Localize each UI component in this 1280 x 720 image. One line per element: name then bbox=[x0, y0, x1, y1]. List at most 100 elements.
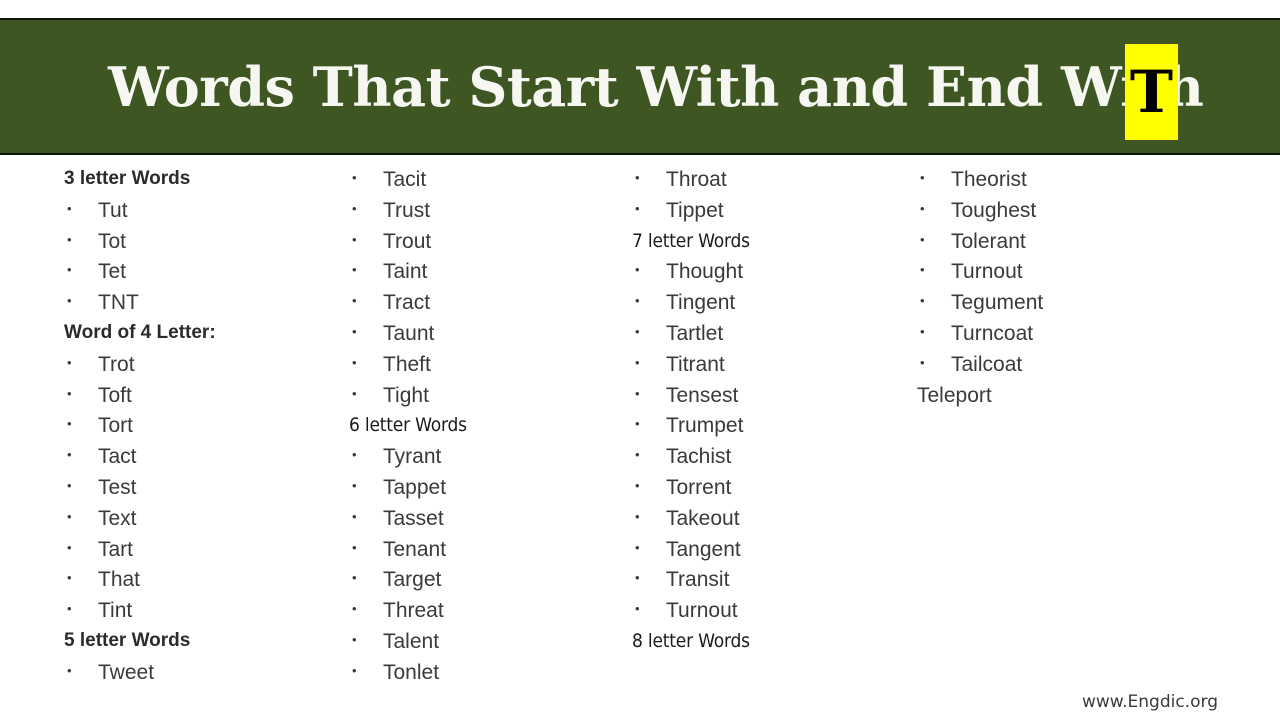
word-list-item: • Tolerant bbox=[917, 230, 1187, 261]
word-group-heading-label: Word of 4 Letter: bbox=[64, 321, 216, 343]
word-group-heading: 6 letter Words bbox=[349, 414, 619, 445]
word-list-item-label: Talent bbox=[383, 629, 440, 653]
word-list-item: • Tract bbox=[349, 291, 619, 322]
word-list-item: • Talent bbox=[349, 630, 619, 661]
word-list-item: • Tight bbox=[349, 384, 619, 415]
word-list-item: • Taint bbox=[349, 260, 619, 291]
word-list-item: • Tot bbox=[64, 230, 334, 261]
word-group-heading-label: 3 letter Words bbox=[64, 168, 191, 189]
word-list-item-label: Tyrant bbox=[383, 445, 442, 469]
bullet-icon: • bbox=[67, 385, 72, 401]
word-list-item-label: Tappet bbox=[383, 475, 447, 499]
word-list-item: • Tegument bbox=[917, 291, 1187, 322]
bullet-icon: • bbox=[352, 477, 357, 493]
word-group-heading: 7 letter Words bbox=[632, 230, 902, 261]
title-letter-badge-label: T bbox=[1129, 58, 1174, 126]
word-list-item-label: Tint bbox=[98, 599, 133, 623]
bullet-icon: • bbox=[352, 293, 357, 309]
word-list-item: • Tachist bbox=[632, 445, 902, 476]
word-list-item: • That bbox=[64, 568, 334, 599]
word-list-item-label: Taint bbox=[383, 260, 428, 284]
word-list-item-label: Torrent bbox=[666, 475, 732, 499]
bullet-icon: • bbox=[67, 231, 72, 247]
word-list-item: • Tact bbox=[64, 445, 334, 476]
bullet-icon: • bbox=[920, 170, 925, 185]
word-list-item-label: Titrant bbox=[666, 352, 725, 376]
word-list-item: • Trust bbox=[349, 199, 619, 230]
word-list-item: • TNT bbox=[64, 291, 334, 322]
bullet-icon: • bbox=[920, 200, 925, 216]
word-list-item-label: Trumpet bbox=[666, 414, 744, 438]
word-list-item-label: Takeout bbox=[666, 506, 740, 530]
word-list-item: • Theft bbox=[349, 353, 619, 384]
word-list-item-label: Tachist bbox=[666, 445, 732, 469]
word-list-item-label: Trust bbox=[383, 198, 431, 222]
bullet-icon: • bbox=[920, 323, 925, 339]
word-list-item-label: Transit bbox=[666, 568, 730, 592]
bullet-icon: • bbox=[920, 231, 925, 247]
word-list-item: • Turncoat bbox=[917, 322, 1187, 353]
word-list-item-label: Tensest bbox=[666, 383, 739, 407]
bullet-icon: • bbox=[352, 508, 357, 524]
bullet-icon: • bbox=[67, 508, 72, 524]
word-list-item: • Target bbox=[349, 568, 619, 599]
word-list-item: • Throat bbox=[632, 168, 902, 199]
word-list-item: • Tensest bbox=[632, 384, 902, 415]
bullet-icon: • bbox=[635, 170, 640, 185]
word-list-item-label: That bbox=[98, 568, 141, 592]
word-list-item-label: Threat bbox=[383, 599, 444, 623]
word-list-item-label: Tract bbox=[383, 291, 431, 315]
word-group-heading-label: 8 letter Words bbox=[632, 629, 750, 652]
word-list-item-label: Toughest bbox=[951, 198, 1037, 222]
bullet-icon: • bbox=[352, 385, 357, 401]
word-list-item: • Tingent bbox=[632, 291, 902, 322]
bullet-icon: • bbox=[352, 323, 357, 339]
word-list-item-label: Tot bbox=[98, 229, 127, 253]
bullet-icon: • bbox=[635, 508, 640, 524]
word-list-item: • Tasset bbox=[349, 507, 619, 538]
bullet-icon: • bbox=[635, 570, 640, 586]
word-list-item-label: Tort bbox=[98, 414, 134, 438]
word-list-item-label: Tact bbox=[98, 445, 137, 469]
bullet-icon: • bbox=[635, 293, 640, 309]
word-list-item-label: Tart bbox=[98, 537, 134, 561]
word-list-item: • Toft bbox=[64, 384, 334, 415]
word-list-item: • Tart bbox=[64, 538, 334, 569]
word-list-item: • Thought bbox=[632, 260, 902, 291]
bullet-icon: • bbox=[352, 601, 357, 617]
bullet-icon: • bbox=[635, 354, 640, 370]
word-list-item-label: Throat bbox=[666, 168, 727, 191]
word-list-item: • Tappet bbox=[349, 476, 619, 507]
bullet-icon: • bbox=[920, 354, 925, 370]
word-list-item: • Tyrant bbox=[349, 445, 619, 476]
word-list-item: • Text bbox=[64, 507, 334, 538]
word-list-item-label: Tacit bbox=[383, 168, 427, 191]
bullet-icon: • bbox=[67, 601, 72, 617]
word-list-item-label: Turnout bbox=[666, 599, 738, 623]
bullet-icon: • bbox=[920, 262, 925, 278]
word-list-item-label: Trot bbox=[98, 352, 135, 376]
word-list-item-label: Target bbox=[383, 568, 442, 592]
word-group-heading: Word of 4 Letter: bbox=[64, 322, 334, 353]
word-list-item: • Trout bbox=[349, 230, 619, 261]
bullet-icon: • bbox=[635, 601, 640, 617]
bullet-icon: • bbox=[352, 170, 357, 185]
word-column-3: • Throat • Tippet 7 letter Words • Thought • Tin… bbox=[632, 168, 902, 661]
bullet-icon: • bbox=[352, 570, 357, 586]
word-list-item: • Takeout bbox=[632, 507, 902, 538]
word-column-2: • Tacit • Trust • Trout • Taint • Tract • Taunt • The… bbox=[349, 168, 619, 692]
word-list-columns: 3 letter Words • Tut • Tot • Tet • TNT Word of 4 … bbox=[0, 168, 1280, 708]
word-list-item-label: Tet bbox=[98, 260, 127, 284]
bullet-icon: • bbox=[352, 539, 357, 555]
bullet-icon: • bbox=[352, 200, 357, 216]
word-group-heading: 5 letter Words bbox=[64, 630, 334, 661]
word-list-item-label: Test bbox=[98, 475, 137, 499]
word-list-item-label: Turnout bbox=[951, 260, 1023, 284]
bullet-icon: • bbox=[67, 662, 72, 678]
word-list-item: • Tet bbox=[64, 260, 334, 291]
word-list-item: • Tut bbox=[64, 199, 334, 230]
word-list-item: • Tacit bbox=[349, 168, 619, 199]
word-list-item-label: Teleport bbox=[917, 383, 992, 407]
word-list-item: • Titrant bbox=[632, 353, 902, 384]
word-list-item: • Turnout bbox=[917, 260, 1187, 291]
